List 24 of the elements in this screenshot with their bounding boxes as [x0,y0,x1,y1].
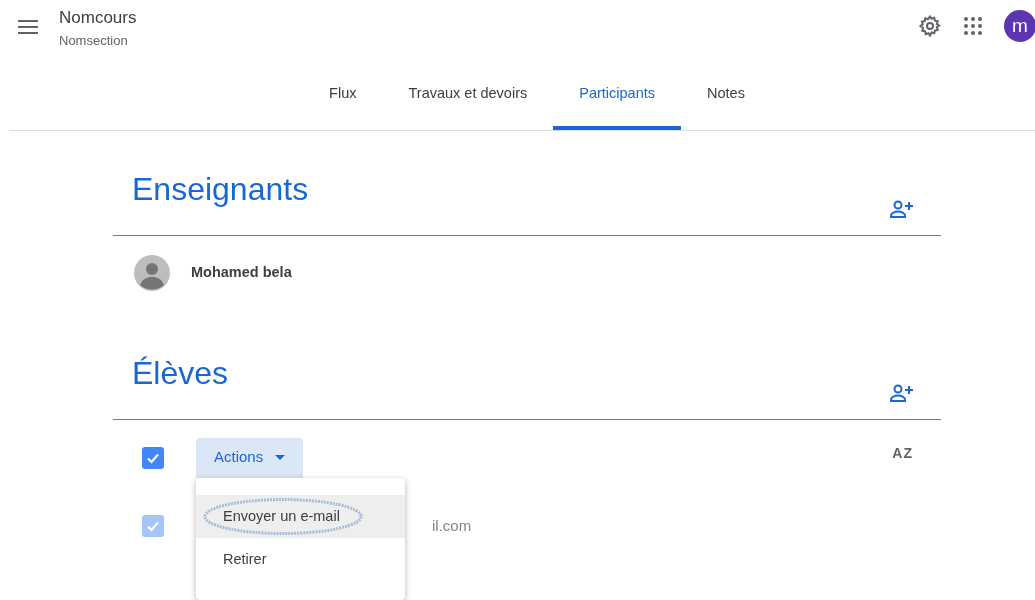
tab[interactable]: Flux [303,62,383,130]
menu-icon[interactable] [18,20,38,34]
section-subtitle: Nomsection [59,32,129,50]
apps-grid-icon[interactable] [964,17,982,35]
actions-button[interactable]: Actions [196,437,304,478]
settings-icon[interactable] [918,14,942,38]
avatar[interactable]: m [1004,10,1035,42]
menu-item[interactable]: Envoyer un e-mail [196,495,405,538]
tab[interactable]: Travaux et devoirs [382,62,554,130]
menu-item[interactable]: Retirer [196,538,405,581]
add-person-icon[interactable] [890,199,914,219]
course-title[interactable]: Nomcours [59,8,137,28]
teacher-name: Mohamed bela [191,262,292,282]
add-person-icon[interactable] [890,383,914,403]
section-heading: Enseignants [132,170,309,209]
tab[interactable]: Notes [681,62,771,130]
section-heading: Élèves [132,354,229,393]
checkbox[interactable] [142,515,164,537]
student-email: il.com [432,515,472,536]
checkbox[interactable] [142,446,164,469]
tab[interactable]: Participants [553,62,681,130]
avatar-icon [134,254,170,291]
sort-button[interactable]: AZ [892,443,913,464]
caret-icon [275,455,286,460]
